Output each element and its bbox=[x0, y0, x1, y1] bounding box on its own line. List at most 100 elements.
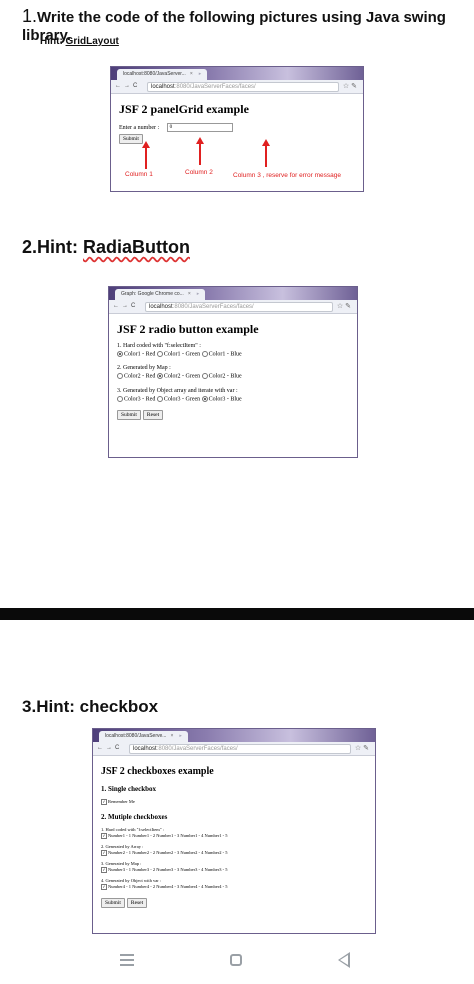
m4-label: 4. Generated by Object with var : bbox=[101, 878, 162, 883]
browser-tab[interactable]: localhost:8080/JavaServe... × ▸ bbox=[99, 731, 188, 742]
home-icon[interactable] bbox=[230, 954, 242, 966]
nav-arrows-icon[interactable]: ←→C bbox=[115, 80, 140, 93]
browser-tab[interactable]: Graph: Google Chrome co... × ▸ bbox=[115, 289, 206, 300]
back-icon[interactable] bbox=[338, 952, 350, 968]
question-1-hint: Hint: GridLayout bbox=[40, 36, 119, 47]
checkbox[interactable]: ✓ bbox=[101, 867, 107, 873]
submit-button[interactable]: Submit bbox=[101, 898, 125, 908]
hint-value: RadiaButton bbox=[83, 237, 190, 257]
radio-button[interactable] bbox=[117, 395, 123, 402]
tab-label: localhost:8080/JavaServe... bbox=[105, 733, 167, 739]
checkbox-labels: Number4 - 1 Number4 - 2 Number4 - 3 Numb… bbox=[108, 884, 228, 890]
single-checkbox-heading: 1. Single checkbox bbox=[101, 785, 157, 793]
group-3-label: 3. Generated by Object array and iterate… bbox=[117, 387, 238, 394]
checkbox-label: Remember Me bbox=[108, 799, 135, 805]
radio-button[interactable] bbox=[201, 351, 208, 357]
url-path: :8080/JavaServerFaces/faces/ bbox=[172, 304, 254, 310]
divider-bar bbox=[0, 608, 474, 620]
checkbox[interactable]: ✓ bbox=[101, 799, 107, 805]
group-1-options: Color1 - Red Color1 - Green Color1 - Blu… bbox=[117, 351, 349, 357]
submit-button[interactable]: Submit bbox=[119, 134, 143, 144]
m3-options: ✓ Number3 - 1 Number3 - 2 Number3 - 3 Num… bbox=[101, 867, 367, 873]
close-icon[interactable]: × bbox=[188, 291, 191, 297]
radio-label: Color2 - Red bbox=[124, 373, 156, 380]
close-icon[interactable]: × bbox=[170, 733, 173, 739]
address-bar: ←→C localhost:8080/JavaServerFaces/faces… bbox=[93, 742, 375, 756]
question-2-number: 2. bbox=[22, 237, 38, 257]
url-path: :8080/JavaServerFaces/faces/ bbox=[156, 746, 238, 752]
browser-window-radio: Graph: Google Chrome co... × ▸ ←→C localho… bbox=[108, 286, 358, 458]
title-bar: Graph: Google Chrome co... × ▸ bbox=[109, 287, 357, 300]
radio-button[interactable] bbox=[117, 351, 123, 357]
url-field[interactable]: localhost:8080/JavaServerFaces/faces/ bbox=[147, 82, 339, 92]
number-row: Enter a number : 0 bbox=[119, 123, 355, 132]
radio-label: Color2 - Blue bbox=[208, 373, 242, 380]
radio-label: Color1 - Blue bbox=[208, 351, 242, 358]
group-1-label: 1. Hard coded with "f:selectItem" : bbox=[117, 343, 201, 349]
url-host: localhost bbox=[149, 304, 173, 310]
recent-apps-icon[interactable] bbox=[120, 954, 134, 966]
radio-label: Color1 - Red bbox=[124, 351, 156, 358]
column-1-label: Column 1 bbox=[125, 171, 153, 178]
url-field[interactable]: localhost:8080/JavaServerFaces/faces/ bbox=[145, 302, 333, 312]
star-icon[interactable]: ☆ ✎ bbox=[355, 742, 369, 755]
nav-arrows-icon[interactable]: ←→C bbox=[97, 742, 122, 755]
new-tab-icon[interactable]: ▸ bbox=[199, 71, 202, 77]
checkbox[interactable]: ✓ bbox=[101, 884, 107, 890]
close-icon[interactable]: × bbox=[190, 71, 193, 77]
system-nav-bar bbox=[0, 940, 474, 984]
m2-options: ✓ Number2 - 1 Number2 - 2 Number2 - 3 Num… bbox=[101, 850, 367, 856]
number-input[interactable]: 0 bbox=[166, 123, 233, 132]
url-host: localhost bbox=[151, 84, 175, 90]
question-1-number: 1. bbox=[22, 6, 38, 26]
radio-button[interactable] bbox=[156, 351, 163, 357]
nav-arrows-icon[interactable]: ←→C bbox=[113, 300, 138, 313]
remember-row: ✓ Remember Me bbox=[101, 799, 367, 805]
url-field[interactable]: localhost:8080/JavaServerFaces/faces/ bbox=[129, 744, 351, 754]
radio-label: Color3 - Blue bbox=[208, 396, 242, 403]
star-icon[interactable]: ☆ ✎ bbox=[343, 80, 357, 93]
browser-tab[interactable]: localhost:8080/JavaServer... × ▸ bbox=[117, 69, 208, 80]
hint-value: checkbox bbox=[79, 697, 159, 716]
checkbox[interactable]: ✓ bbox=[101, 850, 107, 856]
tab-label: Graph: Google Chrome co... bbox=[121, 291, 184, 297]
m1-options: ✓ Number1 - 1 Number1 - 2 Number1 - 3 Num… bbox=[101, 833, 367, 839]
star-icon[interactable]: ☆ ✎ bbox=[337, 300, 351, 313]
address-bar: ←→C localhost:8080/JavaServerFaces/faces… bbox=[111, 80, 363, 94]
radio-label: Color3 - Green bbox=[163, 396, 201, 403]
hint-label: Hint: bbox=[40, 36, 66, 47]
page-content: JSF 2 checkboxes example 1. Single check… bbox=[93, 756, 375, 915]
page-heading: JSF 2 checkboxes example bbox=[101, 766, 214, 777]
question-2-title: 2.Hint: RadiaButton bbox=[22, 237, 190, 258]
title-bar: localhost:8080/JavaServer... × ▸ bbox=[111, 67, 363, 80]
radio-button[interactable] bbox=[201, 395, 208, 402]
checkbox-labels: Number1 - 1 Number1 - 2 Number1 - 3 Numb… bbox=[108, 833, 228, 839]
radio-button[interactable] bbox=[201, 373, 208, 380]
hint-label: Hint: bbox=[36, 697, 80, 716]
radio-button[interactable] bbox=[156, 373, 163, 380]
page-content: JSF 2 radio button example 1. Hard coded… bbox=[109, 314, 357, 428]
column-3-label: Column 3 , reserve for error message bbox=[233, 172, 342, 179]
new-tab-icon[interactable]: ▸ bbox=[179, 733, 182, 739]
reset-button[interactable]: Reset bbox=[126, 898, 148, 908]
m2-label: 2. Generated by Array : bbox=[101, 844, 144, 849]
m1-label: 1. Hard coded with "f:selectItem" : bbox=[101, 827, 164, 832]
url-path: :8080/JavaServerFaces/faces/ bbox=[174, 84, 256, 90]
column-2-label: Column 2 bbox=[185, 169, 213, 176]
reset-button[interactable]: Reset bbox=[142, 410, 164, 421]
hint-value: GridLayout bbox=[65, 36, 119, 47]
radio-button[interactable] bbox=[117, 373, 123, 380]
question-3-title: 3.Hint: checkbox bbox=[22, 697, 158, 717]
hint-label: Hint: bbox=[37, 237, 83, 257]
submit-button[interactable]: Submit bbox=[117, 410, 141, 421]
checkbox[interactable]: ✓ bbox=[101, 833, 107, 839]
arrow-column-3 bbox=[262, 139, 270, 167]
new-tab-icon[interactable]: ▸ bbox=[197, 291, 200, 297]
m4-options: ✓ Number4 - 1 Number4 - 2 Number4 - 3 Num… bbox=[101, 884, 367, 890]
url-host: localhost bbox=[133, 746, 157, 752]
radio-label: Color3 - Red bbox=[124, 396, 156, 403]
arrow-column-2 bbox=[196, 137, 204, 165]
browser-window-panelgrid: localhost:8080/JavaServer... × ▸ ←→C local… bbox=[110, 66, 364, 192]
radio-button[interactable] bbox=[156, 395, 163, 402]
page-heading: JSF 2 radio button example bbox=[117, 322, 259, 336]
